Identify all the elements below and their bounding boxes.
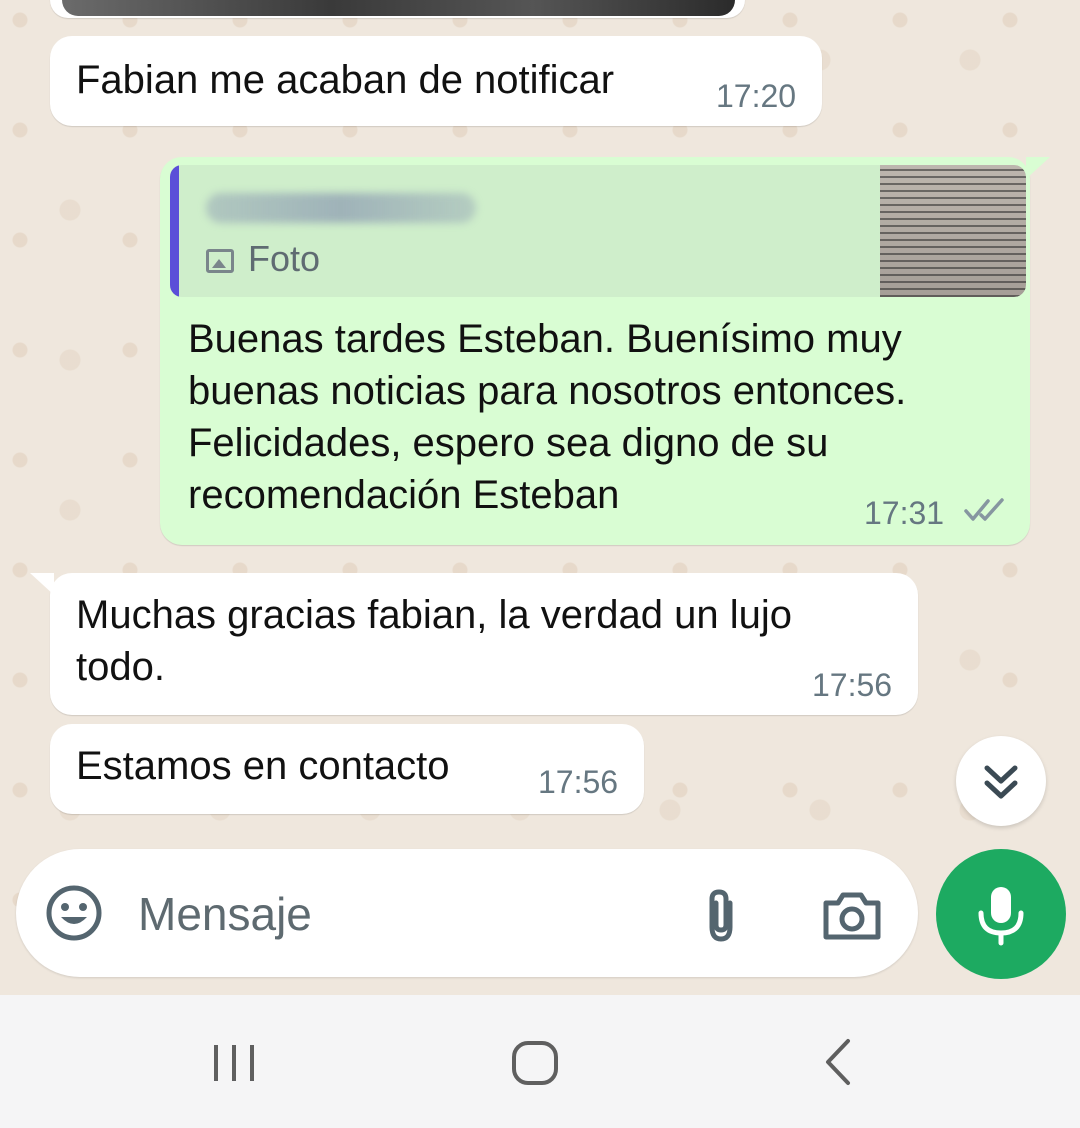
home-icon[interactable] [510,1039,560,1087]
quoted-type-label: Foto [248,238,321,279]
recent-apps-icon[interactable] [210,1043,258,1083]
image-thumbnail[interactable] [62,0,735,16]
quoted-author-blurred [206,193,476,223]
bubble-tail [1026,157,1050,179]
message-composer[interactable]: Mensaje [16,849,918,977]
quoted-message[interactable]: Foto [170,165,1026,297]
message-text: Fabian me acaban de notificar [76,58,615,102]
quote-accent-bar [170,165,179,297]
voice-message-button[interactable] [936,849,1066,979]
message-bubble-outgoing[interactable]: Foto Buenas tardes Esteban. Buenísimo mu… [160,157,1050,545]
message-text: Estamos en contacto [76,744,450,788]
message-bubble-incoming[interactable]: Fabian me acaban de notificar 17:20 [50,36,822,126]
message-text: Buenas tardes Esteban. Buenísimo muy bue… [188,317,907,517]
system-navigation-bar [0,995,1080,1128]
previous-image-message[interactable] [50,0,745,18]
camera-icon[interactable] [822,889,882,941]
bubble-tail [30,573,54,595]
message-time: 17:31 [864,495,945,531]
back-icon[interactable] [820,1037,856,1087]
double-chevron-down-icon [984,765,1018,799]
quoted-type: Foto [206,239,320,279]
message-time: 17:20 [716,78,797,114]
message-time: 17:56 [812,667,893,703]
scroll-to-bottom-button[interactable] [956,736,1046,826]
message-bubble-incoming[interactable]: Estamos en contacto 17:56 [50,724,644,814]
message-text: Muchas gracias fabian, la verdad un lujo… [76,593,792,689]
double-check-icon [964,498,1004,521]
mic-icon [978,887,1024,946]
emoji-icon[interactable] [44,883,104,943]
paperclip-icon[interactable] [700,887,744,945]
message-bubble-incoming[interactable]: Muchas gracias fabian, la verdad un lujo… [30,573,918,715]
photo-icon [206,249,234,273]
quoted-photo-thumbnail[interactable] [880,165,1026,297]
message-time: 17:56 [538,764,619,800]
chat-background: Fabian me acaban de notificar 17:20 Foto… [0,0,1080,995]
message-input[interactable]: Mensaje [138,889,312,939]
